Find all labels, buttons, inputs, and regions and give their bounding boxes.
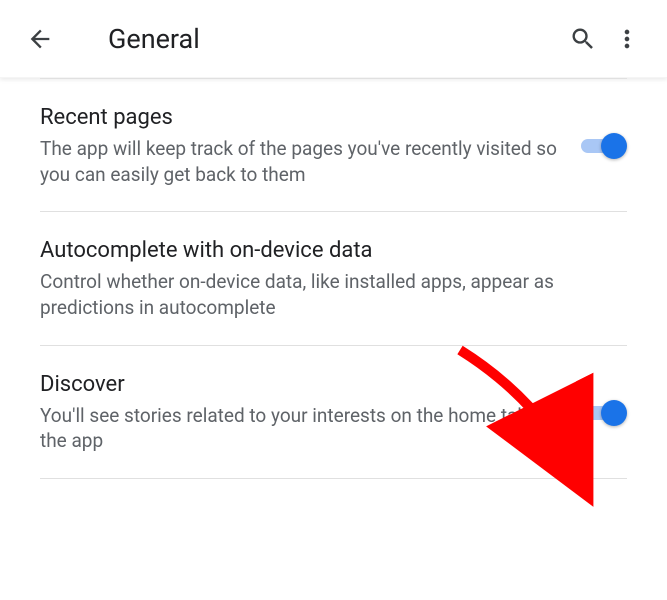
recent-pages-toggle[interactable] — [581, 131, 627, 161]
back-button[interactable] — [18, 17, 62, 61]
setting-text: Discover You'll see stories related to y… — [40, 372, 581, 454]
setting-description: The app will keep track of the pages you… — [40, 136, 563, 187]
more-button[interactable] — [605, 17, 649, 61]
setting-title: Autocomplete with on-device data — [40, 238, 609, 263]
setting-description: Control whether on-device data, like ins… — [40, 269, 609, 320]
search-icon — [569, 25, 597, 53]
setting-text: Autocomplete with on-device data Control… — [40, 238, 627, 320]
setting-title: Discover — [40, 372, 563, 397]
discover-toggle[interactable] — [581, 398, 627, 428]
arrow-back-icon — [26, 25, 54, 53]
setting-discover[interactable]: Discover You'll see stories related to y… — [0, 346, 667, 478]
setting-text: Recent pages The app will keep track of … — [40, 105, 581, 187]
page-title: General — [108, 23, 561, 55]
setting-description: You'll see stories related to your inter… — [40, 403, 563, 454]
app-bar: General — [0, 0, 667, 78]
divider — [40, 478, 627, 479]
more-vert-icon — [613, 25, 641, 53]
settings-list: Recent pages The app will keep track of … — [0, 78, 667, 479]
setting-recent-pages[interactable]: Recent pages The app will keep track of … — [0, 79, 667, 211]
setting-title: Recent pages — [40, 105, 563, 130]
setting-autocomplete[interactable]: Autocomplete with on-device data Control… — [0, 212, 667, 344]
search-button[interactable] — [561, 17, 605, 61]
